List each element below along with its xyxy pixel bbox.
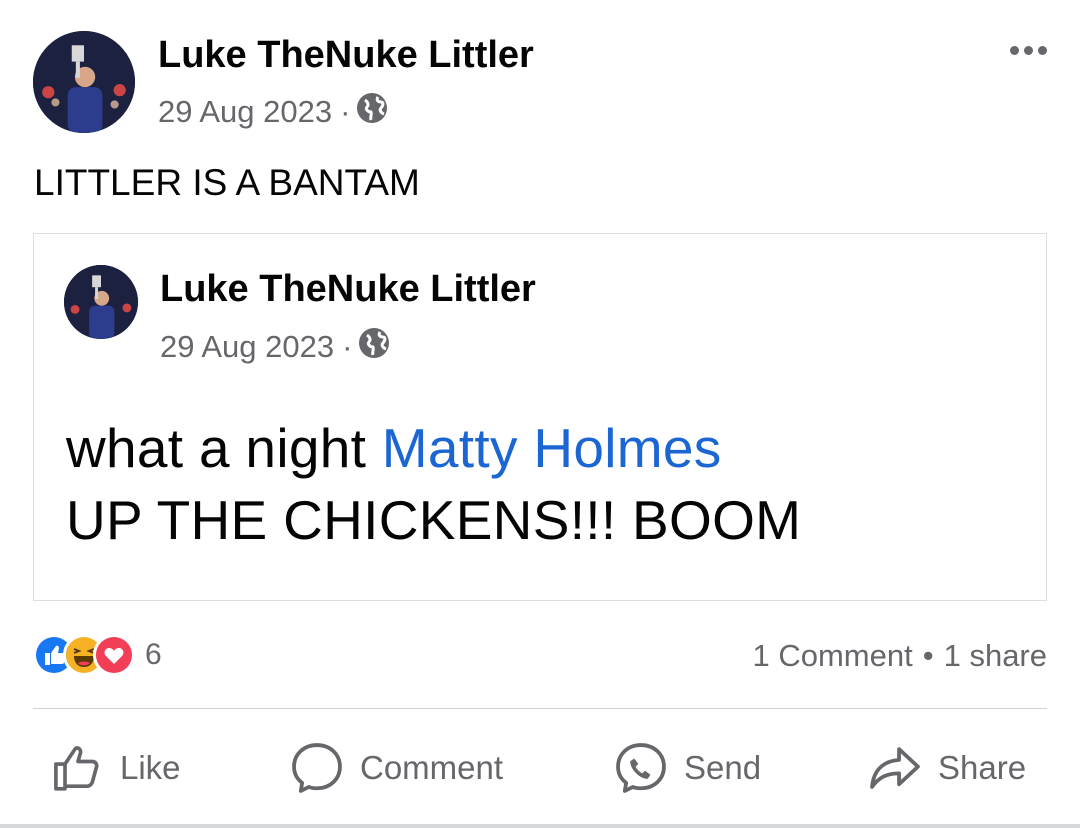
comment-icon	[292, 743, 342, 793]
share-button[interactable]: Share	[868, 738, 1026, 798]
post-text: LITTLER IS A BANTAM	[34, 162, 420, 203]
actions-divider	[33, 708, 1047, 709]
shares-count-link[interactable]: 1 share	[944, 638, 1047, 673]
like-label: Like	[120, 749, 181, 786]
author-name[interactable]: Luke TheNuke Littler	[158, 34, 534, 77]
globe-icon	[356, 92, 388, 132]
shared-post-date[interactable]: 29 Aug 2023	[160, 329, 334, 365]
shared-author-avatar[interactable]	[64, 265, 138, 339]
meta-separator: ·	[342, 329, 353, 364]
post-date[interactable]: 29 Aug 2023	[158, 94, 332, 130]
shared-post-line-1: what a night Matty Holmes	[66, 412, 801, 484]
stats-separator: •	[922, 638, 934, 673]
send-button[interactable]: Send	[614, 738, 761, 798]
shared-post-text: what a night Matty Holmes UP THE CHICKEN…	[66, 412, 801, 556]
meta-separator: ·	[340, 94, 351, 129]
comment-label: Comment	[360, 749, 504, 786]
messenger-icon	[616, 743, 666, 793]
reactions-summary[interactable]: 6	[33, 634, 162, 676]
shared-post-line-1-text: what a night	[66, 417, 382, 479]
globe-icon	[358, 327, 390, 367]
comments-count-link[interactable]: 1 Comment	[753, 638, 913, 673]
shared-post-meta: 29 Aug 2023 ·	[160, 327, 390, 367]
post-options-button[interactable]	[1000, 30, 1056, 70]
share-arrow-icon	[870, 747, 920, 789]
avatar-photo	[64, 265, 138, 339]
comment-button[interactable]: Comment	[290, 738, 503, 798]
bottom-border	[0, 824, 1080, 828]
avatar-photo	[33, 31, 135, 133]
send-label: Send	[684, 749, 762, 786]
love-reaction-icon	[93, 634, 135, 676]
engagement-stats: 1 Comment • 1 share	[753, 638, 1048, 674]
thumbs-up-icon	[54, 746, 99, 791]
shared-author-name[interactable]: Luke TheNuke Littler	[160, 268, 536, 311]
more-dot	[1009, 45, 1019, 55]
share-label: Share	[938, 749, 1027, 786]
shared-post-line-2: UP THE CHICKENS!!! BOOM	[66, 489, 802, 551]
reaction-count: 6	[145, 638, 162, 671]
post-meta: 29 Aug 2023 ·	[158, 92, 388, 132]
more-dot	[1037, 45, 1047, 55]
author-avatar[interactable]	[33, 31, 135, 133]
more-dot	[1023, 45, 1033, 55]
like-button[interactable]: Like	[52, 738, 181, 798]
mention-link[interactable]: Matty Holmes	[382, 417, 722, 479]
